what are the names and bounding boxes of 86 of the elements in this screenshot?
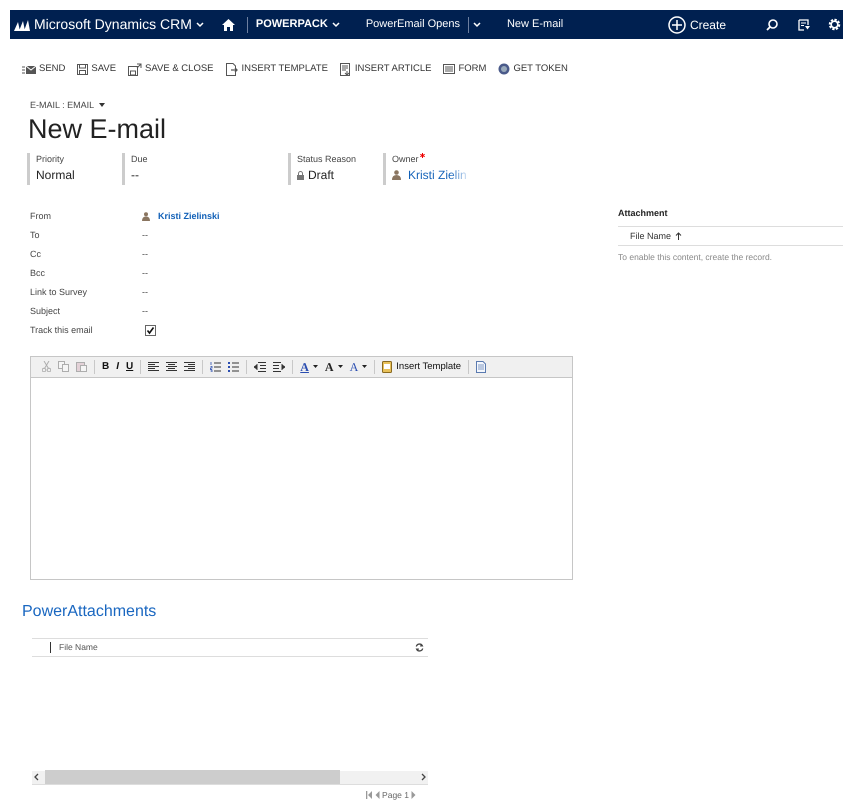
field-label: Due: [131, 154, 148, 164]
save-close-icon: [128, 62, 142, 76]
font-size-button[interactable]: A: [322, 360, 345, 373]
command-button[interactable]: INSERT TEMPLATE: [226, 62, 328, 76]
field-value: --: [142, 248, 148, 261]
section-title: PowerAttachments: [22, 602, 158, 622]
field-label: Bcc: [30, 266, 46, 280]
command-button[interactable]: SAVE: [77, 62, 116, 76]
save-icon: [77, 64, 88, 74]
token-icon: [498, 63, 510, 75]
create-button[interactable]: Create: [662, 14, 732, 34]
rich-text-editor[interactable]: B I U A A A Insert Template: [30, 356, 573, 580]
page-number: Page 1: [382, 788, 409, 802]
field-value: --: [142, 286, 148, 299]
numbered-list-icon[interactable]: [210, 362, 222, 372]
field-label: Priority: [36, 154, 64, 164]
section-title: Attachment: [618, 206, 669, 220]
task-icon[interactable]: [798, 18, 810, 30]
field-value: Draft: [308, 167, 334, 184]
caret-icon: [196, 21, 204, 28]
template-icon: [382, 360, 392, 373]
refresh-icon[interactable]: [415, 642, 424, 652]
app-menu[interactable]: Microsoft Dynamics CRM: [10, 13, 212, 36]
envelope-icon: [22, 64, 36, 74]
next-page-icon[interactable]: [411, 791, 416, 800]
align-center-icon[interactable]: [166, 362, 178, 372]
field-label: Status Reason: [297, 154, 356, 164]
outdent-icon[interactable]: [254, 362, 266, 372]
field-value: Normal: [36, 167, 75, 184]
format-button[interactable]: B: [100, 362, 112, 372]
nav-item[interactable]: PowerEmail Opens: [358, 15, 489, 34]
field-label: To: [30, 228, 41, 242]
field-label: Link to Survey: [30, 286, 88, 299]
first-page-icon[interactable]: [366, 791, 374, 800]
field-label: Subject: [30, 304, 62, 318]
field-value: --: [142, 266, 148, 280]
bulleted-list-icon[interactable]: [228, 362, 240, 372]
form-selector[interactable]: E-MAIL : EMAIL: [30, 99, 106, 112]
nav-item[interactable]: POWERPACK: [248, 15, 348, 34]
align-right-icon[interactable]: [184, 362, 196, 372]
align-left-icon[interactable]: [148, 362, 160, 372]
command-button[interactable]: SAVE & CLOSE: [128, 62, 214, 76]
caret-icon: [332, 21, 340, 28]
empty-message: To enable this content, create the record.: [618, 251, 774, 264]
indent-icon[interactable]: [273, 362, 286, 372]
field-value: --: [142, 228, 148, 242]
field-label: Track this email: [30, 324, 94, 337]
lock-icon: [297, 170, 304, 180]
insert-template-button[interactable]: Insert Template: [380, 360, 464, 373]
person-icon: [142, 212, 150, 221]
person-icon: [392, 170, 401, 180]
caret-icon: [338, 365, 343, 368]
format-button[interactable]: I: [114, 362, 122, 372]
plus-circle-icon: [668, 16, 686, 34]
caret-icon: [472, 21, 481, 28]
command-button[interactable]: FORM: [443, 62, 486, 76]
document-icon[interactable]: [476, 360, 486, 373]
field-value: --: [142, 304, 148, 318]
page-title: New E-mail: [28, 112, 168, 145]
document-arrow-icon: [226, 62, 239, 76]
field-label: Owner: [392, 154, 419, 164]
highlight-button[interactable]: A: [298, 360, 320, 373]
scrollbar-thumb[interactable]: [45, 770, 340, 784]
field-label: From: [30, 210, 52, 223]
previous-page-icon[interactable]: [375, 791, 380, 800]
command-button[interactable]: INSERT ARTICLE: [340, 62, 432, 76]
search-icon[interactable]: [766, 18, 778, 30]
column-header[interactable]: File Name: [50, 641, 98, 654]
nav-item[interactable]: New E-mail: [498, 15, 572, 34]
from-link[interactable]: Kristi Zielinski: [158, 210, 220, 224]
settings-icon[interactable]: [828, 18, 841, 31]
form-icon: [443, 64, 456, 74]
checkbox[interactable]: [145, 324, 156, 336]
caret-icon: [98, 103, 106, 108]
home-icon[interactable]: [222, 18, 235, 30]
font-color-button[interactable]: A: [348, 360, 370, 373]
field-label: Cc: [30, 248, 42, 261]
caret-icon: [362, 365, 368, 368]
column-header[interactable]: File Name: [630, 230, 682, 244]
command-button[interactable]: SEND: [22, 62, 66, 76]
caret-icon: [312, 365, 318, 368]
sort-up-icon: [675, 232, 682, 240]
logo-icon: [14, 18, 30, 30]
command-button[interactable]: GET TOKEN: [498, 62, 568, 76]
format-button[interactable]: U: [124, 362, 136, 372]
field-value: --: [131, 167, 139, 184]
